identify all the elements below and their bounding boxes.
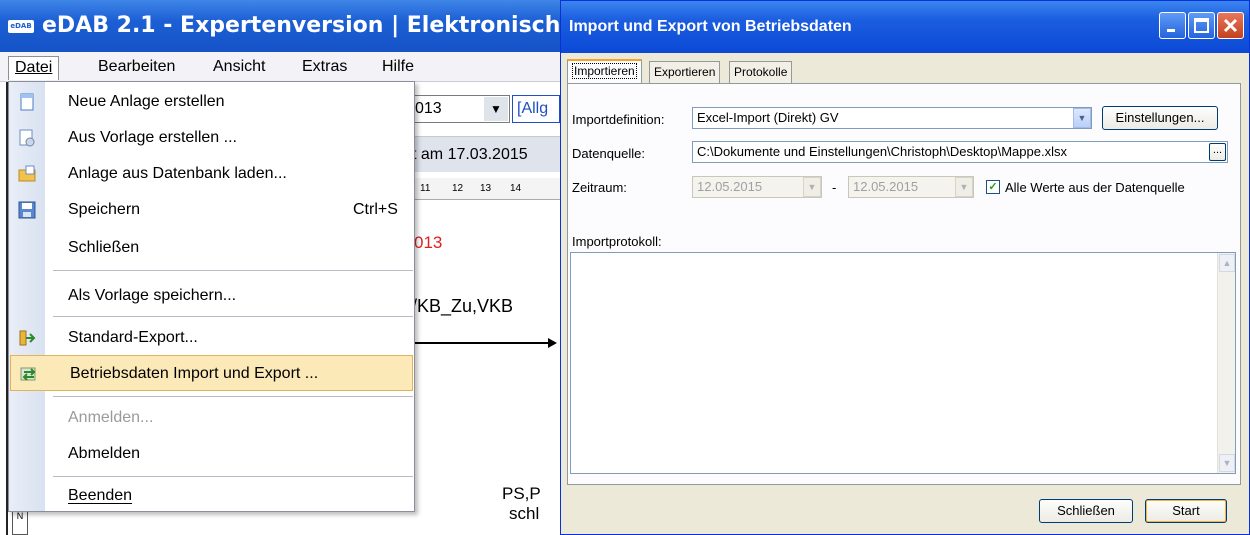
export-icon [19, 330, 36, 346]
minimize-button[interactable] [1159, 12, 1186, 39]
time-ruler: 11 12 13 14 [412, 178, 560, 200]
diagram-vkb-text: /KB_Zu,VKB [412, 296, 514, 316]
close-window-button[interactable] [1217, 12, 1244, 39]
data-source-label: Datenquelle: [572, 146, 645, 161]
maximize-button[interactable] [1188, 12, 1215, 39]
chevron-down-icon: ▼ [803, 177, 821, 197]
chevron-down-icon: ▼ [955, 177, 973, 197]
chevron-down-icon[interactable]: ▼ [484, 97, 508, 121]
dialog-title-bar: Import und Export von Betriebsdaten [561, 1, 1249, 53]
menu-item-standard-export[interactable]: Standard-Export... [9, 320, 414, 356]
scroll-up-icon[interactable]: ▲ [1219, 254, 1235, 272]
menu-item-operating-data-import-export[interactable]: Betriebsdaten Import und Export ... [10, 355, 413, 391]
menu-item-login: Anmelden... [68, 409, 154, 426]
menu-datei[interactable]: Datei [8, 56, 60, 80]
dialog-title: Import und Export von Betriebsdaten [569, 18, 852, 35]
import-definition-select[interactable]: Excel-Import (Direkt) GV [692, 107, 1092, 129]
chevron-down-icon[interactable]: ▼ [1073, 108, 1091, 128]
diagram-red-text: 013 [414, 233, 443, 252]
diagram-line [412, 342, 552, 344]
minimize-icon [1167, 29, 1175, 32]
menu-item-save-as-template[interactable]: Als Vorlage speichern... [9, 278, 414, 314]
close-icon [1223, 18, 1238, 33]
save-icon [18, 201, 36, 219]
close-button[interactable]: Schließen [1039, 499, 1133, 523]
period-label: Zeitraum: [572, 180, 627, 195]
import-export-dialog: Import und Export von Betriebsdaten Impo… [560, 0, 1250, 535]
main-app-window: eDAB eDAB 2.1 - Expertenversion | Elektr… [0, 0, 560, 535]
menu-separator [53, 316, 413, 317]
menu-separator [53, 476, 413, 477]
tab-import[interactable]: Importieren [567, 59, 642, 83]
menu-hilfe[interactable]: Hilfe [376, 56, 420, 80]
menu-bearbeiten[interactable]: Bearbeiten [92, 56, 181, 80]
diagram-ps-text: PS,P [502, 484, 541, 503]
all-values-checkbox[interactable]: ✓ [986, 180, 1000, 194]
period-separator: - [832, 180, 837, 195]
menu-extras[interactable]: Extras [296, 56, 353, 80]
import-log-textarea[interactable]: ▲ ▼ [570, 252, 1236, 474]
open-folder-icon [18, 165, 36, 182]
menu-item-from-template[interactable]: Aus Vorlage erstellen ... [9, 120, 414, 156]
data-source-field[interactable]: C:\Dokumente und Einstellungen\Christoph… [692, 141, 1228, 163]
arrow-icon [548, 338, 557, 348]
menu-ansicht[interactable]: Ansicht [207, 56, 271, 80]
new-document-icon [20, 93, 34, 111]
import-export-icon [20, 367, 36, 381]
import-definition-label: Importdefinition: [572, 112, 665, 127]
import-log-label: Importprotokoll: [572, 234, 662, 249]
file-menu-dropdown: Neue Anlage erstellen Aus Vorlage erstel… [8, 81, 415, 512]
template-icon [19, 129, 35, 147]
menu-bar: Datei Bearbeiten Ansicht Extras Hilfe [0, 52, 560, 82]
save-shortcut: Ctrl+S [353, 201, 398, 218]
app-logo: eDAB [8, 20, 34, 33]
tab-export[interactable]: Exportieren [649, 61, 721, 83]
maximize-icon [1194, 18, 1209, 33]
menu-item-load-from-db[interactable]: Anlage aus Datenbank laden... [9, 156, 414, 192]
diagram-schl-text: schl [509, 504, 540, 523]
menu-item-close[interactable]: Schließen [9, 230, 414, 266]
menu-item-logout[interactable]: Abmelden [9, 436, 414, 472]
log-scrollbar[interactable]: ▲ ▼ [1217, 253, 1235, 473]
app-title-bar: eDAB eDAB 2.1 - Expertenversion | Elektr… [0, 0, 560, 52]
all-values-label: Alle Werte aus der Datenquelle [1005, 180, 1185, 195]
import-panel: Importdefinition: Excel-Import (Direkt) … [567, 83, 1241, 485]
menu-item-new-plant[interactable]: Neue Anlage erstellen [9, 84, 414, 120]
filter-combo[interactable]: [Allg [512, 95, 560, 123]
tab-protocols[interactable]: Protokolle [729, 61, 793, 83]
start-button[interactable]: Start [1145, 499, 1227, 523]
menu-item-exit[interactable]: Beenden [9, 478, 414, 514]
menu-item-save[interactable]: Speichern Ctrl+S [9, 192, 414, 228]
scroll-down-icon[interactable]: ▼ [1219, 454, 1235, 472]
app-title: eDAB 2.1 - Expertenversion | Elektronisc… [42, 13, 560, 38]
browse-button[interactable]: ... [1209, 143, 1226, 161]
settings-button[interactable]: Einstellungen... [1102, 106, 1218, 130]
date-text: t am 17.03.2015 [412, 146, 528, 163]
menu-separator [53, 396, 413, 397]
menu-separator [53, 270, 413, 271]
